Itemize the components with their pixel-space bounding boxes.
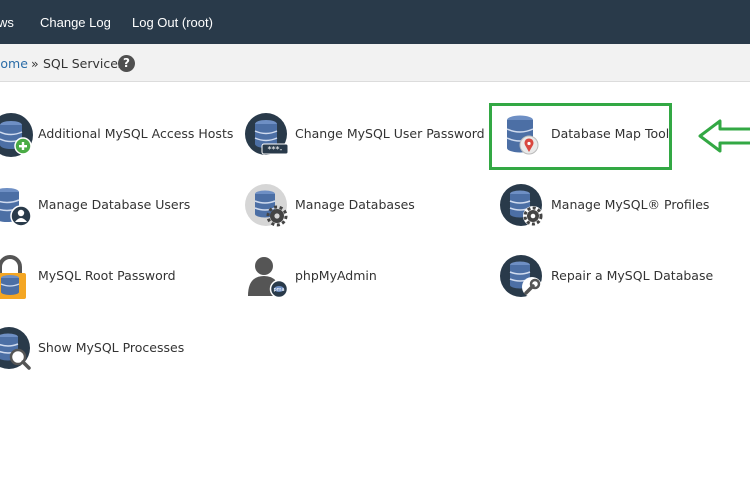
top-navigation-bar: ws Change Log Log Out (root) xyxy=(0,0,750,44)
repair-database-icon xyxy=(500,254,546,300)
tool-label: MySQL Root Password xyxy=(38,268,176,283)
tool-additional-mysql-access-hosts[interactable]: Additional MySQL Access Hosts xyxy=(0,112,233,158)
svg-text:pma: pma xyxy=(273,287,284,293)
breadcrumb-current: SQL Services xyxy=(43,56,125,71)
tool-manage-mysql-profiles[interactable]: Manage MySQL® Profiles xyxy=(500,183,740,229)
phpmyadmin-icon: pma xyxy=(245,254,291,300)
password-icon: ***- xyxy=(245,112,291,158)
tool-change-mysql-user-password[interactable]: ***- Change MySQL User Password xyxy=(245,112,485,158)
database-user-icon xyxy=(0,183,34,229)
breadcrumb: Home » SQL Services ? xyxy=(0,44,750,82)
help-icon[interactable]: ? xyxy=(118,55,135,72)
tool-manage-database-users[interactable]: Manage Database Users xyxy=(0,183,228,229)
tool-label: Manage Databases xyxy=(295,197,415,212)
add-host-icon xyxy=(0,112,34,158)
tool-label: Show MySQL Processes xyxy=(38,340,185,355)
left-arrow-icon xyxy=(698,119,750,153)
manage-databases-icon xyxy=(245,183,291,229)
tool-label: Manage Database Users xyxy=(38,197,191,212)
tool-phpmyadmin[interactable]: pma phpMyAdmin xyxy=(245,254,445,300)
tool-label: Additional MySQL Access Hosts xyxy=(38,126,234,141)
svg-text:***-: ***- xyxy=(268,145,283,154)
tool-manage-databases[interactable]: Manage Databases xyxy=(245,183,485,229)
tool-label: Change MySQL User Password xyxy=(295,126,485,141)
tool-label: phpMyAdmin xyxy=(295,268,377,283)
tool-label: Manage MySQL® Profiles xyxy=(551,197,710,212)
root-lock-icon xyxy=(0,254,34,300)
breadcrumb-home[interactable]: Home xyxy=(0,44,28,82)
tool-mysql-root-password[interactable]: MySQL Root Password xyxy=(0,254,228,300)
tool-repair-mysql-database[interactable]: Repair a MySQL Database xyxy=(500,254,740,300)
nav-link-news[interactable]: ws xyxy=(0,0,14,44)
mysql-profiles-icon xyxy=(500,183,546,229)
tool-label: Repair a MySQL Database xyxy=(551,268,714,283)
tool-show-mysql-processes[interactable]: Show MySQL Processes xyxy=(0,326,228,372)
nav-link-log-out[interactable]: Log Out (root) xyxy=(132,0,213,44)
breadcrumb-separator: » xyxy=(31,56,39,71)
highlight-box xyxy=(489,103,672,170)
show-processes-icon xyxy=(0,326,34,372)
nav-link-change-log[interactable]: Change Log xyxy=(40,0,111,44)
